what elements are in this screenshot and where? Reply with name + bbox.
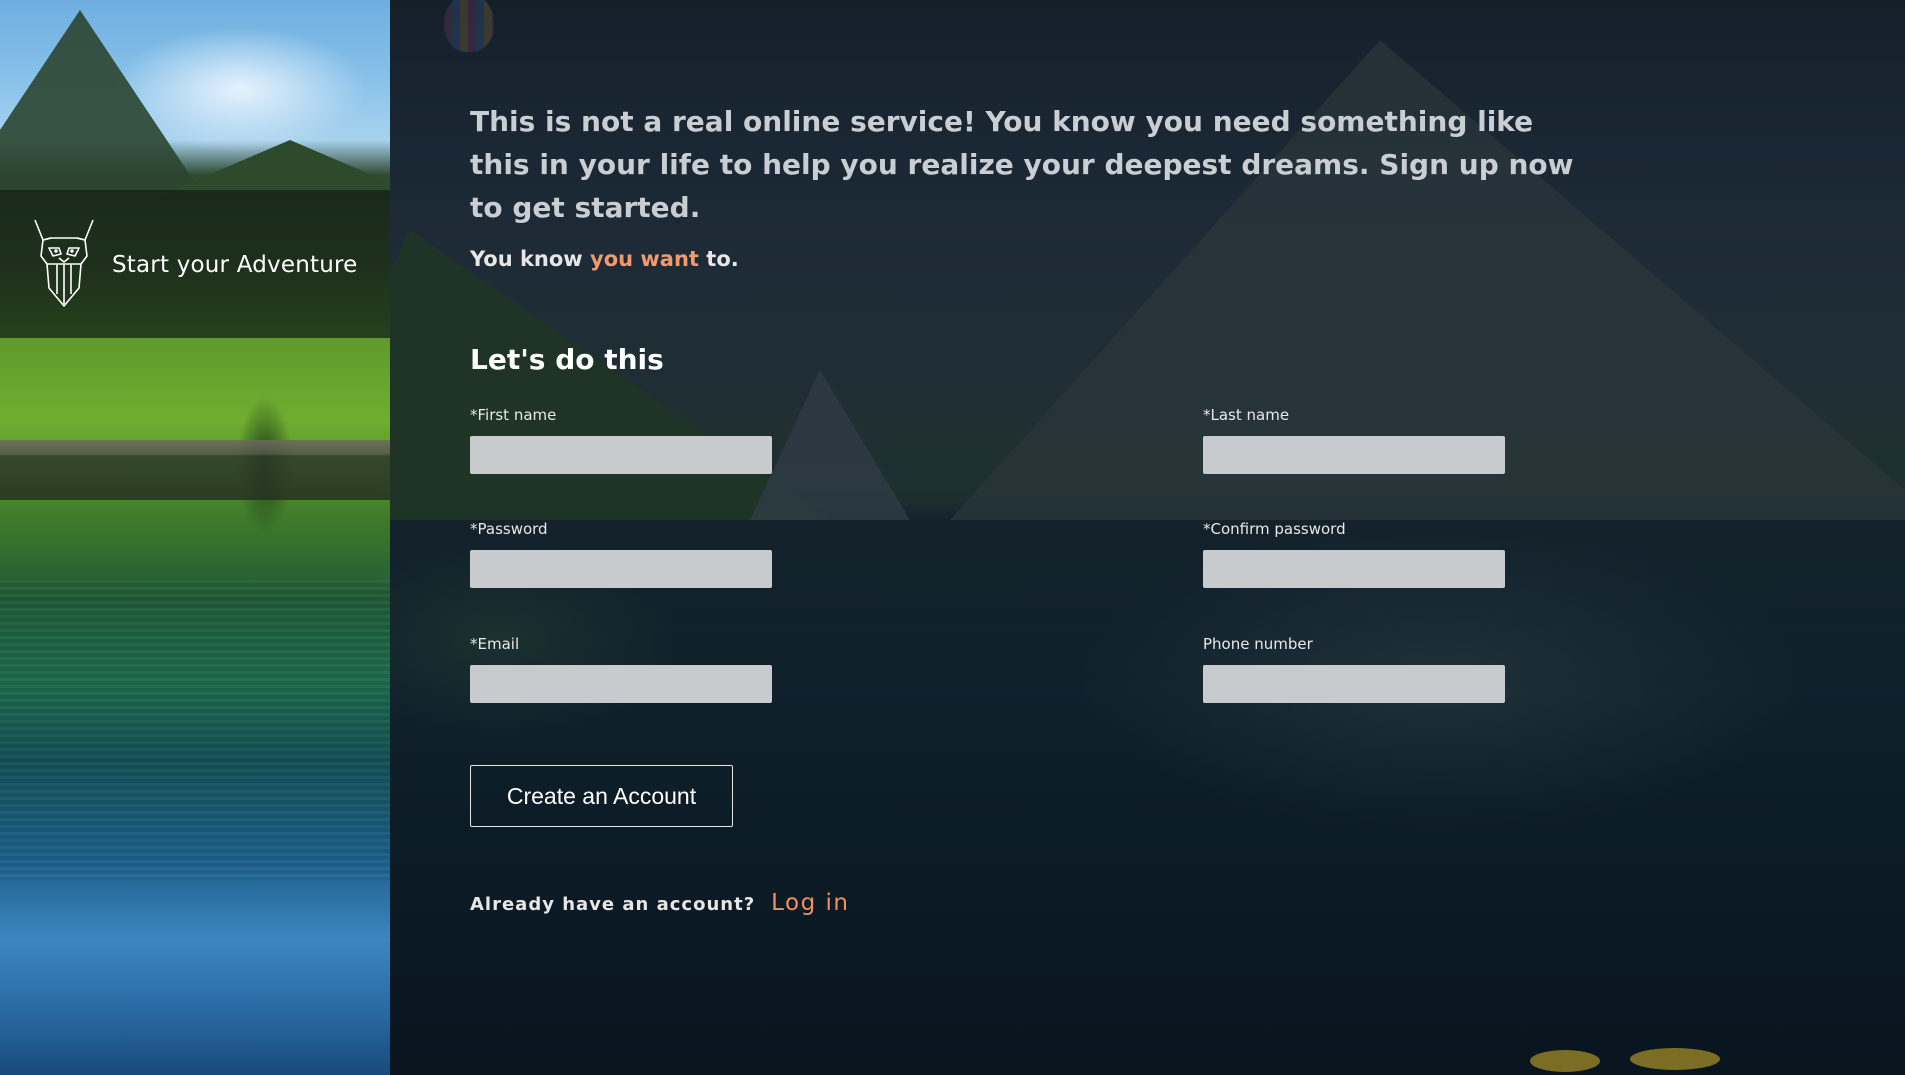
first-name-group: *First name: [470, 406, 772, 474]
brand-title: Start your Adventure: [112, 252, 358, 278]
confirm-password-input[interactable]: [1203, 550, 1505, 588]
phone-label: Phone number: [1203, 635, 1313, 653]
first-name-input[interactable]: [470, 436, 772, 474]
password-label: *Password: [470, 520, 548, 538]
email-input[interactable]: [470, 665, 772, 703]
last-name-group: *Last name: [1203, 406, 1505, 474]
tagline-start: You know: [470, 247, 591, 271]
password-input[interactable]: [470, 550, 772, 588]
phone-group: Phone number: [1203, 635, 1505, 703]
tagline: You know you want to.: [470, 247, 1610, 271]
form-heading: Let's do this: [470, 343, 664, 376]
tagline-accent: you want: [590, 247, 699, 271]
tagline-end: to.: [698, 247, 739, 271]
sidebar-water: [0, 580, 390, 880]
bearded-goat-logo-icon: [34, 219, 94, 307]
sidebar-bridge: [0, 440, 390, 500]
first-name-label: *First name: [470, 406, 557, 424]
brand-bar: Start your Adventure: [0, 190, 390, 338]
confirm-password-label: *Confirm password: [1203, 520, 1346, 538]
phone-input[interactable]: [1203, 665, 1505, 703]
login-row: Already have an account? Log in: [470, 890, 850, 916]
login-link[interactable]: Log in: [771, 890, 849, 916]
last-name-label: *Last name: [1203, 406, 1290, 424]
signup-content: This is not a real online service! You k…: [470, 100, 1610, 726]
confirm-password-group: *Confirm password: [1203, 520, 1505, 588]
password-group: *Password: [470, 520, 772, 588]
last-name-input[interactable]: [1203, 436, 1505, 474]
signup-form: *First name *Last name *Password *Confir…: [470, 406, 1610, 726]
email-group: *Email: [470, 635, 772, 703]
intro-text: This is not a real online service! You k…: [470, 105, 1574, 224]
email-label: *Email: [470, 635, 520, 653]
create-account-button[interactable]: Create an Account: [470, 765, 733, 827]
login-prompt: Already have an account?: [470, 894, 756, 915]
sidebar: Start your Adventure: [0, 0, 390, 1075]
